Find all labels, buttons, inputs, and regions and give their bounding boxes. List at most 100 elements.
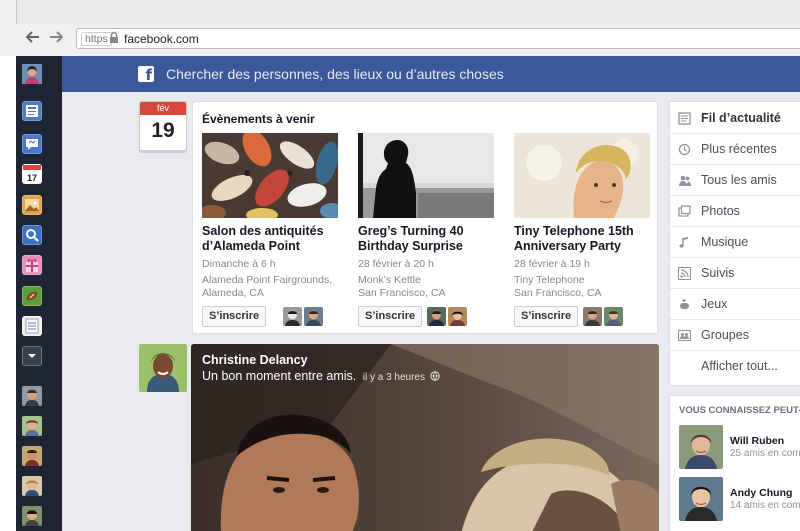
calendar-date-icon: fév 19 [139, 101, 187, 151]
nav-separator [670, 319, 800, 320]
events-app-icon[interactable]: 17 [22, 164, 42, 184]
nav-item-following[interactable]: Suivis [670, 262, 800, 286]
event-name[interactable]: Salon des antiquités d’Alameda Point [202, 224, 338, 254]
pymk-photo[interactable] [679, 477, 723, 521]
friends-icon [679, 175, 691, 186]
nav-separator [670, 164, 800, 165]
nav-item-most-recent[interactable]: Plus récentes [670, 138, 800, 162]
event-item: Greg’s Turning 40 Birthday Surprise 28 f… [358, 133, 494, 328]
search-input[interactable]: Chercher des personnes, des lieux ou d’a… [166, 66, 504, 82]
nav-item-label: Musique [701, 235, 749, 249]
attendee-avatar[interactable] [427, 307, 446, 326]
attendee-avatar[interactable] [583, 307, 602, 326]
events-title: Évènements à venir [202, 112, 315, 126]
gift-app-icon[interactable] [22, 255, 42, 275]
event-date: Dimanche à 6 h [202, 258, 276, 270]
nav-item-music[interactable]: Musique [670, 231, 800, 255]
back-button[interactable] [24, 30, 42, 46]
music-note-icon [679, 237, 688, 248]
event-actions: S’inscrire [202, 306, 338, 328]
nav-item-show-all[interactable]: Afficher tout... [670, 355, 800, 379]
attendee-avatar[interactable] [283, 307, 302, 326]
people-you-may-know: VOUS CONNAISSEZ PEUT-… Will Ruben 25 ami… [669, 395, 800, 531]
clock-icon [678, 143, 691, 156]
event-place-line: Alameda Point Fairgrounds, [202, 274, 333, 286]
event-item: Salon des antiquités d’Alameda Point Dim… [202, 133, 338, 328]
nav-separator [670, 226, 800, 227]
pymk-name[interactable]: Will Ruben [730, 435, 784, 447]
post-status-text: Un bon moment entre amis. [202, 369, 357, 383]
event-photo[interactable] [514, 133, 650, 218]
attendee-avatar[interactable] [304, 307, 323, 326]
event-place: Monk’s Kettle San Francisco, CA [358, 274, 494, 300]
user-avatar-icon [22, 64, 42, 84]
join-event-button[interactable]: S’inscrire [202, 306, 267, 327]
search-app-icon[interactable] [22, 225, 42, 245]
pymk-person[interactable]: Andy Chung 14 amis en commun [679, 477, 800, 521]
nav-separator [670, 350, 800, 351]
event-place-line: Monk’s Kettle [358, 274, 421, 286]
calendar-month: fév [140, 102, 186, 115]
event-place: Tiny Telephone San Francisco, CA [514, 274, 650, 300]
chevron-down-icon [28, 354, 36, 358]
friend-avatar[interactable] [22, 506, 42, 526]
event-place-line: San Francisco, CA [358, 287, 446, 299]
pymk-person[interactable]: Will Ruben 25 amis en commun [679, 425, 800, 469]
event-item: Tiny Telephone 15th Anniversary Party 28… [514, 133, 650, 328]
feed-post: Christine Delancy Un bon moment entre am… [191, 344, 659, 531]
join-event-button[interactable]: S’inscrire [358, 306, 423, 327]
left-app-bar: 17 [16, 56, 62, 531]
event-place-line: San Francisco, CA [514, 287, 602, 299]
event-date: 28 février à 20 h [358, 258, 434, 270]
post-author-avatar[interactable] [139, 344, 187, 392]
nav-item-label: Photos [701, 204, 740, 218]
more-apps-button[interactable] [22, 346, 42, 366]
nav-item-groups[interactable]: Groupes [670, 324, 800, 348]
browser-chrome: https facebook.com [0, 0, 800, 56]
pymk-mutual-friends[interactable]: 25 amis en commun [730, 448, 800, 459]
friend-avatar[interactable] [22, 386, 42, 406]
upcoming-events-card: Évènements à venir Salon des antiquités … [192, 101, 658, 334]
nav-item-photos[interactable]: Photos [670, 200, 800, 224]
post-author-name[interactable]: Christine Delancy [202, 353, 308, 367]
nav-item-news-feed[interactable]: Fil d’actualité [670, 107, 800, 131]
nav-item-label: Suivis [701, 266, 735, 280]
facebook-logo-icon[interactable]: f [138, 66, 154, 84]
nav-item-games[interactable]: Jeux [670, 293, 800, 317]
event-name[interactable]: Tiny Telephone 15th Anniversary Party [514, 224, 650, 254]
profile-avatar[interactable] [22, 64, 42, 84]
friend-avatar[interactable] [22, 446, 42, 466]
nav-item-label: Plus récentes [701, 142, 777, 156]
forward-button[interactable] [47, 30, 65, 46]
notes-app-icon[interactable] [22, 316, 42, 336]
friend-avatar[interactable] [22, 416, 42, 436]
pymk-photo[interactable] [679, 425, 723, 469]
event-photo[interactable] [202, 133, 338, 218]
pymk-name[interactable]: Andy Chung [730, 487, 792, 499]
right-navigation: Fil d’actualité Plus récentes Tous les a… [669, 101, 800, 386]
messages-app-icon[interactable] [22, 134, 42, 154]
attendee-avatar[interactable] [448, 307, 467, 326]
url-text: facebook.com [124, 32, 199, 46]
event-name[interactable]: Greg’s Turning 40 Birthday Surprise [358, 224, 494, 254]
friend-avatar[interactable] [22, 476, 42, 496]
address-bar[interactable]: https facebook.com [76, 28, 800, 49]
game-controller-icon [680, 299, 689, 309]
attendee-avatar[interactable] [604, 307, 623, 326]
news-feed-icon [678, 112, 691, 125]
games-app-icon[interactable] [22, 286, 42, 306]
post-timestamp[interactable]: il y a 3 heures [363, 372, 425, 383]
nav-separator [670, 257, 800, 258]
groups-icon [678, 329, 691, 342]
event-photo[interactable] [358, 133, 494, 218]
pymk-title: VOUS CONNAISSEZ PEUT-… [679, 405, 800, 416]
photos-app-icon[interactable] [22, 195, 42, 215]
event-place: Alameda Point Fairgrounds, Alameda, CA [202, 274, 338, 300]
join-event-button[interactable]: S’inscrire [514, 306, 579, 327]
event-actions: S’inscrire [358, 306, 494, 328]
nav-separator [670, 195, 800, 196]
pymk-mutual-friends[interactable]: 14 amis en commun [730, 500, 800, 511]
news-feed-app-icon[interactable] [22, 101, 42, 121]
nav-item-all-friends[interactable]: Tous les amis [670, 169, 800, 193]
globe-icon[interactable] [430, 371, 441, 381]
